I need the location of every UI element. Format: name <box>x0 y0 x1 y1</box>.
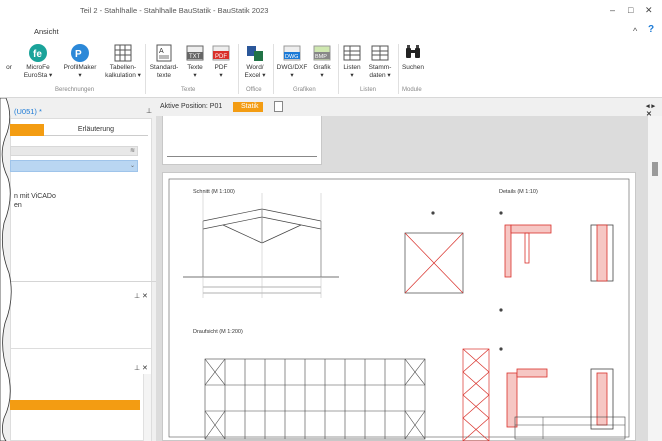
document-viewer[interactable]: Schnitt (M 1:100) Details (M 1:10) Drauf… <box>156 116 662 441</box>
panel-divider <box>10 281 156 282</box>
standard-text-icon: A <box>155 44 173 62</box>
ribbon-separator <box>273 44 274 94</box>
svg-text:DWG: DWG <box>285 54 298 60</box>
properties-box <box>10 118 152 383</box>
ribbon-separator <box>398 44 399 94</box>
svg-text:BMP: BMP <box>315 54 327 60</box>
word-excel-button[interactable]: Word/ Excel ▾ <box>240 44 270 80</box>
selected-dropdown[interactable] <box>10 160 138 172</box>
group-header-row[interactable] <box>10 146 138 156</box>
collapse-ribbon-icon[interactable]: ^ <box>633 26 637 36</box>
group-label-texte: Texte <box>181 87 196 93</box>
collapse-icon[interactable]: ≋ <box>130 147 135 154</box>
ribbon: or fe MicroFe EuroSta ▾ P ProfilMaker ▾ … <box>0 40 662 98</box>
svg-text:P: P <box>75 49 82 60</box>
lower-panel-scrollbar[interactable] <box>143 374 151 441</box>
group-label-listen: Listen <box>360 87 377 93</box>
bmp-icon: BMP <box>313 44 331 62</box>
svg-text:fe: fe <box>33 49 42 60</box>
document-tabs: Aktive Position: P01 Statik ◂ ▸ ✕ <box>156 98 662 118</box>
group-label-office: Office <box>246 87 262 93</box>
group-label-grafiken: Grafiken <box>293 87 316 93</box>
dwg-dxf-button[interactable]: DWG DWG/DXF ▾ <box>275 44 309 80</box>
grafik-button[interactable]: BMP Grafik ▾ <box>310 44 334 80</box>
position-title: (U051) * <box>14 107 42 116</box>
ribbon-separator <box>238 44 239 94</box>
listen-button[interactable]: Listen ▾ <box>340 44 364 80</box>
window-title: Teil 2 - Stahlhalle - Stahlhalle BauStat… <box>80 6 269 15</box>
help-icon[interactable]: ? <box>648 24 654 35</box>
list-icon <box>343 44 361 62</box>
tab-ansicht[interactable]: Ansicht <box>34 27 59 36</box>
stammdaten-button[interactable]: Stamm- daten ▾ <box>364 44 396 80</box>
svg-text:PDF: PDF <box>215 54 227 60</box>
word-excel-icon <box>246 44 264 62</box>
microfe-button[interactable]: fe MicroFe EuroSta ▾ <box>18 44 58 80</box>
group-label-module: Module <box>402 87 422 93</box>
pdf-icon: PDF <box>212 44 230 62</box>
chevron-down-icon[interactable]: ⌄ <box>130 162 135 169</box>
pdf-button[interactable]: PDF PDF ▾ <box>208 44 234 80</box>
tab-aktive-position[interactable]: Aktive Position: P01 <box>160 103 222 110</box>
texte-button[interactable]: TXT Texte ▾ <box>182 44 208 80</box>
suchen-button[interactable]: Suchen <box>400 44 426 72</box>
vicado-option-text: n mit ViCADo <box>14 193 56 200</box>
svg-text:TXT: TXT <box>189 54 201 60</box>
dwg-icon: DWG <box>283 44 301 62</box>
maximize-button[interactable]: □ <box>628 5 633 15</box>
svg-text:A: A <box>159 48 164 55</box>
left-panel-header: (U051) * ⊥ <box>0 106 156 118</box>
vertical-scrollbar[interactable] <box>648 116 662 441</box>
steel-hall-drawing <box>168 178 630 441</box>
page-footer-rule <box>167 156 317 157</box>
minimize-button[interactable]: – <box>610 5 615 15</box>
left-panel: (U051) * ⊥ Erläuterung ≋ ⌄ n mit ViCADo … <box>0 98 156 441</box>
title-bar: Teil 2 - Stahlhalle - Stahlhalle BauStat… <box>0 0 662 22</box>
tabellenkalkulation-button[interactable]: Tabellen- kalkulation ▾ <box>102 44 144 80</box>
selected-list-item[interactable] <box>10 400 140 410</box>
master-data-icon <box>371 44 389 62</box>
pin-close-icon-2[interactable]: ⊥ ✕ <box>134 364 148 372</box>
pin-icon[interactable]: ⊥ <box>146 107 152 115</box>
ribbon-separator <box>338 44 339 94</box>
new-document-icon[interactable] <box>274 101 283 112</box>
page-drawing: Schnitt (M 1:100) Details (M 1:10) Drauf… <box>162 172 636 441</box>
profilmaker-button[interactable]: P ProfilMaker ▾ <box>58 44 102 80</box>
page-previous <box>162 116 322 165</box>
microfe-icon: fe <box>29 44 47 62</box>
tab-erlaeuterung[interactable]: Erläuterung <box>44 124 148 136</box>
scrollbar-thumb[interactable] <box>652 162 658 176</box>
binoculars-icon <box>404 44 422 62</box>
tab-statik[interactable]: Statik <box>233 102 263 112</box>
torn-edge <box>0 98 12 441</box>
group-label-berechnungen: Berechnungen <box>55 87 95 93</box>
ribbon-tab-bar: Ansicht ^ ? <box>0 22 662 40</box>
pin-close-icon[interactable]: ⊥ ✕ <box>134 292 148 300</box>
standardtexte-button[interactable]: A Standard- texte <box>146 44 182 80</box>
profilmaker-icon: P <box>71 44 89 62</box>
close-button[interactable]: ✕ <box>645 5 653 16</box>
table-icon <box>114 44 132 62</box>
ribbon-item-partial[interactable]: or <box>2 44 16 72</box>
lower-panel-box <box>10 348 152 441</box>
txt-icon: TXT <box>186 44 204 62</box>
